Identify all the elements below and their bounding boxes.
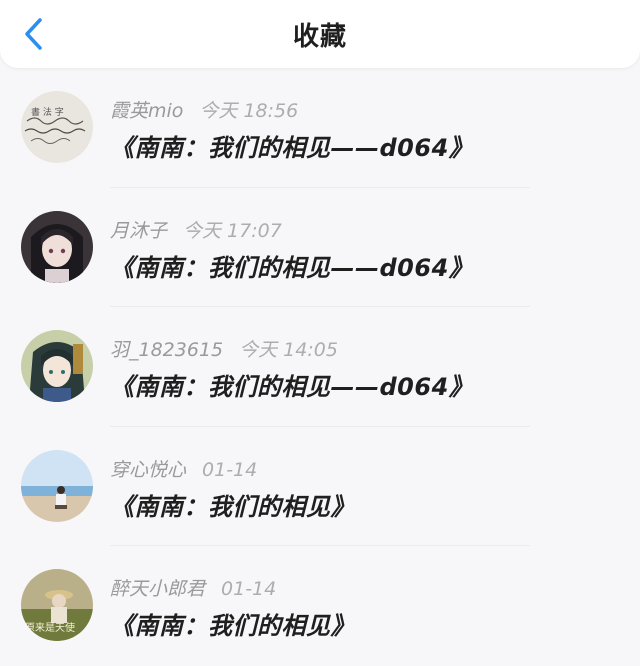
list-item[interactable]: 原来是天使 醉天小郎君 01-14 《南南：我们的相见》 (0, 546, 640, 666)
list-item[interactable]: 月沐子 今天 17:07 《南南：我们的相见——d064》 (0, 188, 640, 307)
item-meta: 穿心悦心 01-14 (110, 455, 257, 482)
avatar: 書 法 字 (21, 91, 93, 163)
avatar (21, 210, 93, 283)
avatar: 原来是天使 (21, 569, 93, 641)
username: 羽_1823615 (110, 339, 224, 361)
timestamp: 今天 18:56 (199, 100, 299, 122)
item-title: 《南南：我们的相见》 (110, 492, 355, 521)
item-title: 《南南：我们的相见——d064》 (110, 373, 474, 401)
username: 醉天小郎君 (110, 578, 206, 600)
list-item[interactable]: 穿心悦心 01-14 《南南：我们的相见》 (0, 427, 640, 546)
avatar (21, 330, 93, 402)
favorites-list: 書 法 字 霞英mio 今天 18:56 《南南：我们的相见——d064》 月沐子… (0, 68, 640, 666)
top-bar: 收藏 (0, 0, 640, 68)
username: 霞英mio (110, 100, 184, 122)
timestamp: 今天 14:05 (239, 339, 338, 361)
username: 穿心悦心 (110, 458, 187, 481)
item-meta: 羽_1823615 今天 14:05 (110, 335, 338, 362)
svg-text:書 法 字: 書 法 字 (31, 106, 64, 118)
item-meta: 月沐子 今天 17:07 (110, 216, 282, 243)
avatar (21, 449, 93, 522)
item-meta: 醉天小郎君 01-14 (110, 574, 276, 601)
timestamp: 01-14 (202, 458, 258, 481)
item-title: 《南南：我们的相见》 (110, 612, 355, 640)
list-item[interactable]: 羽_1823615 今天 14:05 《南南：我们的相见——d064》 (0, 307, 640, 427)
item-title: 《南南：我们的相见——d064》 (110, 134, 474, 162)
timestamp: 01-14 (221, 578, 277, 600)
page-title: 收藏 (292, 22, 347, 52)
username: 月沐子 (110, 219, 168, 242)
list-item[interactable]: 書 法 字 霞英mio 今天 18:56 《南南：我们的相见——d064》 (0, 68, 640, 188)
timestamp: 今天 17:07 (183, 219, 282, 242)
item-meta: 霞英mio 今天 18:56 (110, 96, 298, 123)
item-title: 《南南：我们的相见——d064》 (110, 253, 474, 282)
svg-text:原来是天使: 原来是天使 (25, 621, 75, 634)
